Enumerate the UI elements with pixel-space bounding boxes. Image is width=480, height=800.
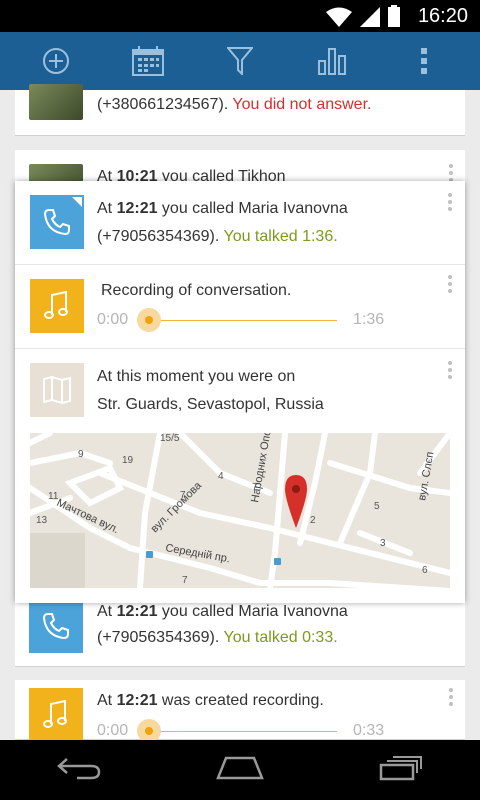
overflow-menu-button[interactable]	[394, 32, 454, 90]
detail-popup: At 12:21 you called Maria Ivanovna (+790…	[15, 181, 465, 603]
home-icon	[216, 756, 264, 779]
map-label-n13: 7	[182, 575, 188, 586]
map-label-n1: 15/5	[160, 433, 180, 444]
list-item-text: At 12:21 was created recording.	[97, 692, 324, 709]
player-start-time: 0:00	[97, 722, 129, 739]
location-address: Str. Guards, Sevastopol, Russia	[97, 396, 324, 413]
location-menu-icon[interactable]	[448, 361, 454, 382]
signal-icon	[360, 7, 380, 27]
recording-menu-icon[interactable]	[448, 275, 454, 296]
add-button[interactable]	[26, 32, 86, 90]
status-bar: 16:20	[0, 0, 480, 32]
list-item-text: (+380661234567). You did not answer.	[97, 92, 371, 118]
call-status: You did not answer.	[232, 96, 372, 113]
back-icon	[57, 757, 101, 779]
location-row[interactable]: At this moment you were on Str. Guards, …	[15, 349, 465, 603]
location-text: At this moment you were on Str. Guards, …	[97, 363, 324, 419]
map-label-n5: 19	[122, 455, 134, 466]
add-icon	[43, 48, 69, 74]
call-status: You talked 1:36.	[223, 228, 338, 245]
navigation-bar	[0, 740, 480, 800]
recording-tile	[30, 279, 84, 333]
recording-row[interactable]: Recording of conversation. 0:00 1:36	[15, 265, 465, 349]
recent-apps-icon	[379, 755, 422, 780]
phone-number: (+380661234567).	[97, 96, 233, 113]
status-time: 16:20	[417, 5, 468, 27]
recording-player[interactable]: 0:00 1:36	[97, 305, 387, 335]
wifi-icon	[326, 7, 352, 27]
music-note-icon	[44, 291, 68, 319]
list-item-text: At 12:21 you called Maria Ivanovna (+790…	[97, 603, 348, 646]
phone-icon	[42, 613, 69, 640]
player-track[interactable]	[149, 320, 337, 321]
calendar-button[interactable]	[118, 32, 178, 90]
list-item[interactable]: At 12:21 you called Maria Ivanovna (+790…	[15, 599, 465, 667]
recording-title: Recording of conversation.	[101, 282, 292, 299]
map-label-n3: 4	[218, 471, 224, 482]
list-item[interactable]: (+380661234567). You did not answer.	[15, 84, 465, 136]
bar-chart-icon	[318, 48, 346, 75]
map-label-n12: 9	[78, 449, 84, 460]
map-label-n4: 13	[36, 515, 48, 526]
filter-button[interactable]	[210, 32, 270, 90]
call-row[interactable]: At 12:21 you called Maria Ivanovna (+790…	[15, 181, 465, 265]
back-button[interactable]	[57, 756, 101, 785]
calendar-icon	[132, 46, 164, 76]
phone-number: (+79056354369).	[97, 228, 224, 245]
battery-icon	[388, 5, 400, 27]
map-label-n9: 3	[380, 538, 386, 549]
overflow-menu-icon	[421, 48, 427, 74]
corner-flag-icon	[72, 197, 82, 207]
status-icons	[326, 5, 400, 27]
avatar	[29, 84, 83, 120]
call-text: At 12:21 you called Maria Ivanovna (+790…	[97, 200, 348, 245]
map-tile	[30, 363, 84, 417]
recent-apps-button[interactable]	[379, 755, 423, 786]
player-start-time: 0:00	[97, 311, 129, 328]
location-line1: At this moment you were on	[97, 368, 296, 385]
filter-icon	[227, 47, 253, 75]
call-time: 12:21	[116, 200, 158, 217]
map-view[interactable]: 15/5 7 4 13 19 2 7 5 3 6 11 9 7 Народних…	[30, 433, 450, 588]
map-label-n6: 2	[310, 515, 316, 526]
player-knob[interactable]	[137, 308, 161, 332]
player-end-time: 1:36	[353, 311, 385, 328]
call-menu-icon[interactable]	[448, 193, 454, 214]
player-track[interactable]	[149, 731, 337, 732]
map-icon	[43, 375, 71, 405]
call-status: You talked 0:33.	[223, 629, 338, 646]
action-bar	[0, 32, 480, 90]
phone-icon	[43, 209, 70, 236]
contact-name: you called Maria Ivanovna	[157, 200, 348, 217]
list-item[interactable]: At 12:21 was created recording. 0:00 0:3…	[15, 680, 465, 743]
statistics-button[interactable]	[302, 32, 362, 90]
call-tile	[29, 599, 83, 653]
map-label-n8: 5	[374, 501, 380, 512]
map-label-n10: 6	[422, 565, 428, 576]
map-canvas: 15/5 7 4 13 19 2 7 5 3 6 11 9 7 Народних…	[30, 433, 450, 588]
player-end-time: 0:33	[353, 722, 385, 739]
home-button[interactable]	[216, 756, 264, 785]
recording-tile	[29, 688, 83, 742]
item-menu-icon[interactable]	[449, 688, 455, 709]
call-tile	[30, 195, 84, 249]
music-note-icon	[43, 700, 67, 728]
